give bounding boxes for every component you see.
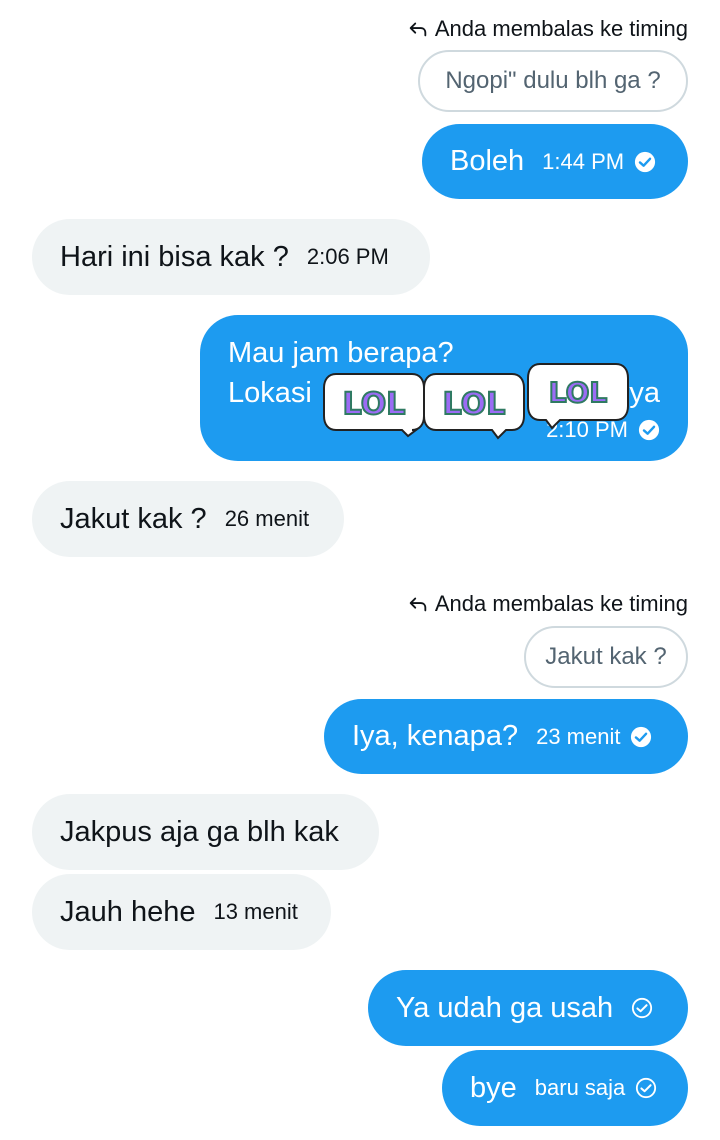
quoted-message-text: Jakut kak ? [545, 643, 667, 670]
reply-arrow-icon [409, 22, 427, 37]
quoted-message[interactable]: Ngopi" dulu blh ga ? [418, 50, 688, 112]
reply-header-label: Anda membalas ke timing [434, 591, 688, 616]
read-check-icon [631, 726, 652, 747]
message-meta: 26 menit [225, 506, 309, 532]
message-bubble-sent[interactable]: Boleh 1:44 PM [422, 124, 688, 199]
message-time: 23 menit [536, 723, 621, 749]
reply-header: Anda membalas ke timing [407, 14, 688, 44]
message-text: Jakut kak ? [60, 502, 207, 535]
message-meta: 1:44 PM [542, 149, 656, 175]
lol-sticker[interactable]: LOL [422, 370, 526, 440]
message-bubble-received[interactable]: Jakpus aja ga blh kak [32, 794, 379, 870]
quoted-message[interactable]: Jakut kak ? [524, 626, 688, 688]
message-time: 2:06 PM [306, 244, 389, 269]
sent-check-icon [636, 1077, 657, 1099]
lol-sticker[interactable]: LOL [526, 360, 630, 430]
message-time: 13 menit [213, 899, 298, 924]
message-time: 26 menit [224, 506, 310, 531]
message-text-line: Mau jam berapa? [228, 337, 454, 369]
message-meta: 23 menit [536, 724, 652, 750]
message-text: Jakpus aja ga blh kak [60, 815, 339, 848]
lol-sticker[interactable]: LOL [322, 370, 426, 438]
message-bubble-received[interactable]: Jakut kak ? 26 menit [32, 481, 344, 557]
message-text-line: ya [629, 377, 660, 409]
message-time: baru saja [534, 1075, 626, 1100]
message-text: Jauh hehe [60, 895, 196, 928]
read-check-icon [635, 151, 656, 172]
sent-check-icon [632, 997, 653, 1019]
reply-header-label: Anda membalas ke timing [434, 16, 688, 41]
message-text: bye [470, 1071, 517, 1104]
message-text: Iya, kenapa? [352, 720, 519, 752]
message-meta: 2:06 PM [307, 244, 389, 270]
quoted-message-text: Ngopi" dulu blh ga ? [445, 67, 661, 94]
reply-arrow-icon [409, 597, 427, 612]
lol-sticker-text: LOL [443, 387, 506, 422]
message-time: 1:44 PM [542, 148, 625, 174]
message-bubble-sent[interactable]: Iya, kenapa? 23 menit [324, 699, 688, 774]
message-meta: baru saja [535, 1075, 658, 1101]
message-meta: 13 menit [213, 899, 297, 925]
message-text-line: Lokasi [228, 377, 312, 409]
message-bubble-received[interactable]: Hari ini bisa kak ? 2:06 PM [32, 219, 430, 295]
message-text: Ya udah ga usah [396, 991, 614, 1024]
message-bubble-received[interactable]: Jauh hehe 13 menit [32, 874, 331, 950]
lol-sticker-text: LOL [549, 376, 608, 409]
message-meta [631, 997, 653, 1019]
lol-sticker-text: LOL [343, 387, 406, 422]
message-text: Hari ini bisa kak ? [60, 240, 289, 273]
message-bubble-sent[interactable]: Ya udah ga usah [368, 970, 688, 1046]
reply-header: Anda membalas ke timing [407, 589, 688, 619]
message-text: Boleh [450, 145, 525, 177]
message-bubble-sent[interactable]: bye baru saja [442, 1050, 688, 1126]
read-check-icon [638, 419, 660, 441]
